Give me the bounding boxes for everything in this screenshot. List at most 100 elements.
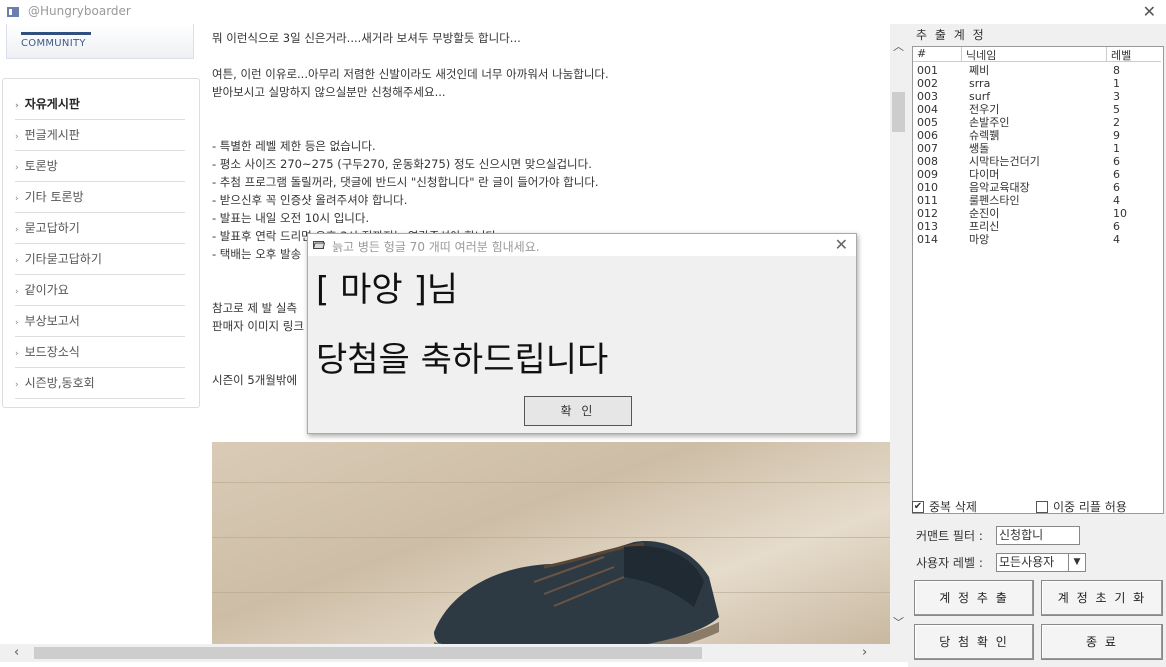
- post-line: - 평소 사이즈 270~275 (구두270, 운동화275) 정도 신으시면…: [212, 157, 592, 171]
- post-line: - 발표는 내일 오전 10시 입니다.: [212, 211, 370, 225]
- row-nickname: 마앙: [969, 233, 990, 246]
- sidebar-item-fun-board[interactable]: › 펀글게시판: [15, 120, 185, 151]
- row-num: 008: [917, 155, 938, 168]
- row-num: 003: [917, 90, 938, 103]
- list-item[interactable]: 006 슈렉뷁 9: [913, 129, 1161, 142]
- site-logo[interactable]: COMMUNITY: [6, 24, 194, 59]
- row-level: 4: [1113, 194, 1120, 207]
- row-num: 014: [917, 233, 938, 246]
- ok-button[interactable]: 확 인: [524, 396, 632, 426]
- row-level: 10: [1113, 207, 1127, 220]
- user-level-select[interactable]: 모든사용자 ▼: [996, 553, 1086, 572]
- row-num: 010: [917, 181, 938, 194]
- row-nickname: 손발주인: [969, 116, 1010, 129]
- sidebar-item-free-board[interactable]: › 자유게시판: [15, 89, 185, 120]
- scrollbar-thumb[interactable]: [34, 647, 702, 659]
- row-num: 007: [917, 142, 938, 155]
- scroll-right-icon[interactable]: ›: [862, 645, 867, 660]
- row-nickname: 프리신: [969, 220, 1000, 233]
- list-item[interactable]: 003 surf 3: [913, 90, 1161, 103]
- reset-accounts-button[interactable]: 계 정 초 기 화: [1041, 580, 1163, 616]
- congrats-message: 당첨을 축하드립니다: [316, 340, 609, 380]
- list-item[interactable]: 001 쩨비 8: [913, 64, 1161, 77]
- window-title: @Hungryboarder: [28, 4, 131, 18]
- post-line: 여튼, 이런 이유로...아무리 저렴한 신발이라도 새것인데 너무 아까워서 …: [212, 67, 609, 81]
- row-level: 6: [1113, 181, 1120, 194]
- horizontal-scrollbar[interactable]: ‹ ›: [0, 644, 890, 662]
- row-num: 013: [917, 220, 938, 233]
- list-item[interactable]: 005 손발주인 2: [913, 116, 1161, 129]
- sidebar-item-label: 보드장소식: [24, 345, 80, 359]
- logo-text: COMMUNITY: [21, 38, 86, 49]
- list-item[interactable]: 007 쌩돌 1: [913, 142, 1161, 155]
- dup-delete-checkbox[interactable]: ✔ 중복 삭제: [912, 498, 977, 515]
- extract-accounts-button[interactable]: 계 정 추 출: [914, 580, 1034, 616]
- chevron-right-icon: ›: [15, 256, 19, 266]
- sidebar-item-qna[interactable]: › 묻고답하기: [15, 213, 185, 244]
- sidebar-item-label: 시즌방,동호회: [24, 376, 95, 390]
- close-icon[interactable]: ✕: [1143, 2, 1156, 21]
- column-header-nickname[interactable]: 닉네임: [962, 47, 1107, 62]
- column-header-level[interactable]: 레벨: [1107, 47, 1157, 62]
- row-level: 1: [1113, 142, 1120, 155]
- row-num: 009: [917, 168, 938, 181]
- scrollbar-thumb[interactable]: [892, 92, 905, 132]
- user-level-label: 사용자 레벨 :: [916, 556, 983, 570]
- vertical-scrollbar[interactable]: ︿ ﹀: [890, 24, 908, 644]
- scroll-down-icon[interactable]: ﹀: [893, 614, 904, 630]
- list-item[interactable]: 002 srra 1: [913, 77, 1161, 90]
- row-nickname: 순진이: [969, 207, 1000, 220]
- extraction-panel: 추 출 계 정 # 닉네임 레벨 001 쩨비 8 002 srra 1 003 surf…: [908, 24, 1166, 667]
- chevron-down-icon[interactable]: ▼: [1068, 554, 1085, 571]
- row-num: 001: [917, 64, 938, 77]
- sidebar-item-other-discussion[interactable]: › 기타 토론방: [15, 182, 185, 213]
- sidebar-item-label: 기타묻고답하기: [24, 252, 102, 266]
- row-nickname: 쌩돌: [969, 142, 990, 155]
- list-item[interactable]: 010 음악교육대장 6: [913, 181, 1161, 194]
- scroll-up-icon[interactable]: ︿: [893, 38, 904, 54]
- close-icon[interactable]: ✕: [835, 235, 848, 254]
- list-item[interactable]: 014 마앙 4: [913, 233, 1161, 246]
- list-item[interactable]: 013 프리신 6: [913, 220, 1161, 233]
- checkmark-icon: ✔: [912, 500, 924, 513]
- sidebar-item-label: 부상보고서: [24, 314, 80, 328]
- list-item[interactable]: 012 순진이 10: [913, 207, 1161, 220]
- sidebar-item-label: 토론방: [24, 159, 58, 173]
- user-level-value: 모든사용자: [999, 555, 1055, 569]
- double-reply-checkbox[interactable]: 이중 리플 허용: [1036, 498, 1127, 515]
- exit-button[interactable]: 종 료: [1041, 624, 1163, 660]
- winner-dialog: 늙고 병든 헝글 70 개띠 여러분 힘내세요. ✕ [ 마앙 ]님 당첨을 축…: [307, 233, 857, 434]
- row-num: 011: [917, 194, 938, 207]
- panel-title: 추 출 계 정: [916, 28, 986, 42]
- sidebar-item-other-qna[interactable]: › 기타묻고답하기: [15, 244, 185, 275]
- window-titlebar: @Hungryboarder ✕: [0, 0, 1166, 24]
- comment-filter-input[interactable]: 신청합니: [996, 526, 1080, 545]
- sidebar-item-season-club[interactable]: › 시즌방,동호회: [15, 368, 185, 399]
- sidebar-item-go-together[interactable]: › 같이가요: [15, 275, 185, 306]
- sidebar-item-discussion[interactable]: › 토론방: [15, 151, 185, 182]
- column-header-num[interactable]: #: [913, 47, 962, 61]
- list-item[interactable]: 011 룰펜스타인 4: [913, 194, 1161, 207]
- row-nickname: surf: [969, 90, 991, 103]
- app-icon: [7, 7, 19, 17]
- sidebar-item-resort-news[interactable]: › 보드장소식: [15, 337, 185, 368]
- sidebar-item-injury-report[interactable]: › 부상보고서: [15, 306, 185, 337]
- dialog-titlebar[interactable]: 늙고 병든 헝글 70 개띠 여러분 힘내세요. ✕: [308, 234, 856, 256]
- shoe-image: [434, 541, 719, 644]
- row-level: 9: [1113, 129, 1120, 142]
- check-winner-button[interactable]: 당 첨 확 인: [914, 624, 1034, 660]
- checkbox-empty-icon: [1036, 500, 1048, 513]
- row-nickname: 쩨비: [969, 64, 990, 77]
- list-item[interactable]: 008 시막타는건더기 6: [913, 155, 1161, 168]
- sidebar-item-label: 같이가요: [24, 283, 69, 297]
- sidebar-item-label: 묻고답하기: [24, 221, 80, 235]
- list-item[interactable]: 004 전우기 5: [913, 103, 1161, 116]
- account-list[interactable]: # 닉네임 레벨 001 쩨비 8 002 srra 1 003 surf 3 004 전우기…: [912, 46, 1164, 514]
- post-line: - 추첨 프로그램 돌릴꺼라, 댓글에 반드시 "신청합니다" 란 글이 들어가…: [212, 175, 599, 189]
- row-level: 5: [1113, 103, 1120, 116]
- dialog-title: 늙고 병든 헝글 70 개띠 여러분 힘내세요.: [332, 240, 540, 254]
- row-level: 1: [1113, 77, 1120, 90]
- list-item[interactable]: 009 다이머 6: [913, 168, 1161, 181]
- scroll-left-icon[interactable]: ‹: [14, 645, 19, 660]
- post-line: - 특별한 레벨 제한 등은 없습니다.: [212, 139, 376, 153]
